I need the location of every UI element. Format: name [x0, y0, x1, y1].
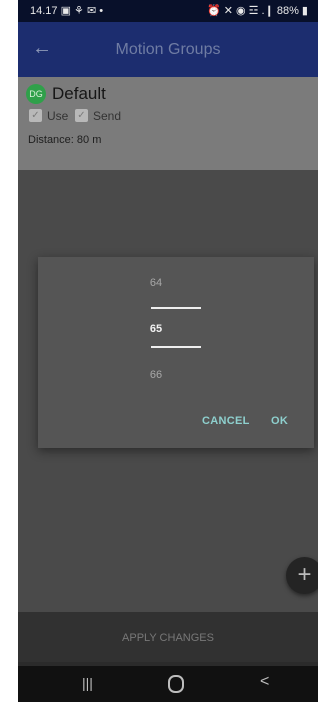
number-picker-dialog: 64 65 66 CANCEL OK: [38, 257, 314, 448]
phone-screen: 14.17 ▣ ⚘ ✉ • ⏰ ✕ ◉ ☲ .❙ 88% ▮ ← Motion …: [18, 0, 318, 702]
nav-back-icon[interactable]: <: [260, 673, 269, 691]
use-label: Use: [47, 109, 69, 123]
picker-next-value[interactable]: 66: [38, 369, 274, 381]
use-checkbox[interactable]: ✓: [29, 109, 42, 122]
system-nav-bar: ||| O <: [18, 666, 318, 702]
status-time: 14.17 ▣ ⚘ ✉ •: [30, 5, 104, 17]
picker-divider-top: [151, 307, 201, 309]
group-name: Default: [52, 84, 106, 103]
motion-group-card[interactable]: DG Default ✓ Use ✓ Send Distance: 80 m: [18, 77, 318, 170]
apply-changes-label: APPLY CHANGES: [122, 632, 214, 644]
recents-icon[interactable]: |||: [82, 675, 93, 691]
ok-button[interactable]: OK: [271, 415, 288, 427]
send-checkbox[interactable]: ✓: [75, 109, 88, 122]
picker-previous-value[interactable]: 64: [38, 277, 274, 289]
picker-current-value[interactable]: 65: [38, 323, 274, 335]
status-icons: ⏰ ✕ ◉ ☲ .❙ 88% ▮: [206, 5, 308, 17]
add-group-button[interactable]: +: [286, 557, 318, 594]
apply-changes-bar[interactable]: APPLY CHANGES: [18, 612, 318, 662]
cancel-button[interactable]: CANCEL: [202, 415, 250, 427]
page-title: Motion Groups: [115, 41, 221, 58]
home-icon[interactable]: O: [168, 675, 184, 693]
plus-icon: +: [297, 561, 312, 588]
picker-divider-bottom: [151, 346, 201, 348]
distance-text: Distance: 80 m: [28, 134, 102, 146]
send-label: Send: [93, 109, 122, 123]
status-bar: 14.17 ▣ ⚘ ✉ • ⏰ ✕ ◉ ☲ .❙ 88% ▮: [18, 0, 318, 22]
app-bar: ← Motion Groups: [18, 22, 318, 77]
group-avatar: DG: [26, 84, 46, 104]
